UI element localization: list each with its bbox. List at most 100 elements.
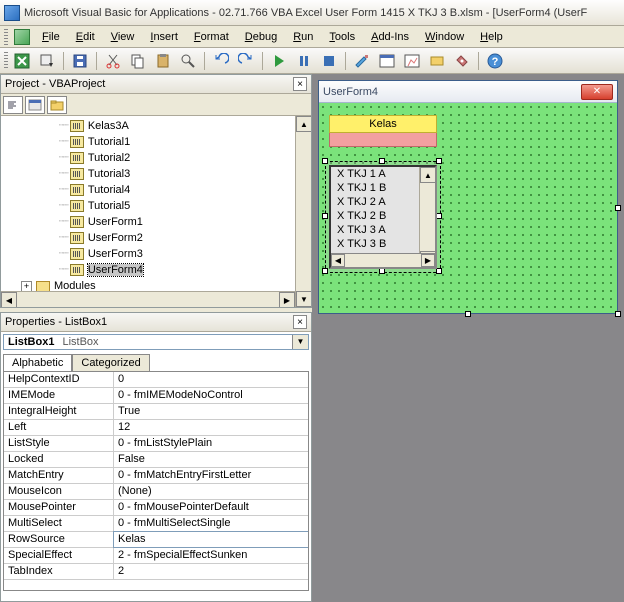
tree-node-tutorial3[interactable]: ┈┈Tutorial3 [3, 166, 309, 182]
tab-alphabetic[interactable]: Alphabetic [3, 354, 72, 371]
listbox-item[interactable]: X TKJ 3 A [331, 223, 419, 237]
tree-node-kelas3a[interactable]: ┈┈Kelas3A [3, 118, 309, 134]
listbox-item[interactable]: X TKJ 3 B [331, 237, 419, 251]
save-button[interactable] [69, 50, 91, 72]
menu-insert[interactable]: Insert [142, 29, 186, 45]
view-code-button[interactable] [3, 96, 23, 114]
prop-value[interactable]: Kelas [114, 532, 308, 547]
break-button[interactable] [293, 50, 315, 72]
menu-debug[interactable]: Debug [237, 29, 285, 45]
listbox-item[interactable]: X TKJ 1 B [331, 181, 419, 195]
prop-value[interactable]: 0 - fmIMEModeNoControl [114, 388, 308, 403]
properties-panel-close-button[interactable]: × [293, 315, 307, 329]
resize-handle-w[interactable] [322, 213, 328, 219]
menu-add-ins[interactable]: Add-Ins [363, 29, 417, 45]
form-designer-window[interactable]: UserForm4 ✕ Kelas [318, 80, 618, 314]
redo-button[interactable] [235, 50, 257, 72]
prop-value[interactable]: 2 [114, 564, 308, 579]
view-excel-button[interactable] [11, 50, 33, 72]
prop-row-mousepointer[interactable]: MousePointer0 - fmMousePointerDefault [4, 500, 308, 516]
menu-window[interactable]: Window [417, 29, 472, 45]
project-explorer-button[interactable] [376, 50, 398, 72]
prop-value[interactable]: 2 - fmSpecialEffectSunken [114, 548, 308, 563]
excel-doc-icon[interactable] [14, 29, 30, 45]
listbox1-control[interactable]: X TKJ 1 AX TKJ 1 BX TKJ 2 AX TKJ 2 BX TK… [329, 165, 437, 269]
prop-value[interactable]: 0 - fmMatchEntryFirstLetter [114, 468, 308, 483]
copy-button[interactable] [127, 50, 149, 72]
prop-row-tabindex[interactable]: TabIndex2 [4, 564, 308, 580]
listbox-item[interactable]: X TKJ 2 A [331, 195, 419, 209]
prop-row-left[interactable]: Left12 [4, 420, 308, 436]
insert-dropdown[interactable] [36, 50, 58, 72]
resize-handle-sw[interactable] [322, 268, 328, 274]
form-designer-titlebar[interactable]: UserForm4 ✕ [319, 81, 617, 103]
prop-value[interactable]: 0 - fmMultiSelectSingle [114, 516, 308, 531]
form-resize-handle-se[interactable] [615, 311, 621, 317]
label-kelas[interactable]: Kelas [329, 115, 437, 147]
menu-format[interactable]: Format [186, 29, 237, 45]
resize-handle-ne[interactable] [436, 158, 442, 164]
prop-row-mouseicon[interactable]: MouseIcon(None) [4, 484, 308, 500]
project-tree[interactable]: ┈┈Kelas3A┈┈Tutorial1┈┈Tutorial2┈┈Tutoria… [1, 116, 311, 307]
menu-help[interactable]: Help [472, 29, 511, 45]
prop-row-liststyle[interactable]: ListStyle0 - fmListStylePlain [4, 436, 308, 452]
cut-button[interactable] [102, 50, 124, 72]
tree-node-tutorial5[interactable]: ┈┈Tutorial5 [3, 198, 309, 214]
run-button[interactable] [268, 50, 290, 72]
tree-node-tutorial2[interactable]: ┈┈Tutorial2 [3, 150, 309, 166]
prop-value[interactable]: True [114, 404, 308, 419]
properties-window-button[interactable] [401, 50, 423, 72]
toggle-folders-button[interactable] [47, 96, 67, 114]
paste-button[interactable] [152, 50, 174, 72]
help-button[interactable]: ? [484, 50, 506, 72]
prop-value[interactable]: False [114, 452, 308, 467]
listbox-item[interactable]: X TKJ 2 B [331, 209, 419, 223]
object-browser-button[interactable] [426, 50, 448, 72]
prop-row-locked[interactable]: LockedFalse [4, 452, 308, 468]
undo-button[interactable] [210, 50, 232, 72]
prop-value[interactable]: 0 [114, 372, 308, 387]
tree-hscrollbar[interactable]: ◀▶ [1, 291, 295, 307]
prop-value[interactable]: (None) [114, 484, 308, 499]
prop-row-imemode[interactable]: IMEMode0 - fmIMEModeNoControl [4, 388, 308, 404]
prop-value[interactable]: 0 - fmListStylePlain [114, 436, 308, 451]
toolbox-button[interactable] [451, 50, 473, 72]
project-panel-close-button[interactable]: × [293, 77, 307, 91]
form-resize-handle-s[interactable] [465, 311, 471, 317]
resize-handle-n[interactable] [379, 158, 385, 164]
prop-row-helpcontextid[interactable]: HelpContextID0 [4, 372, 308, 388]
reset-button[interactable] [318, 50, 340, 72]
form-close-button[interactable]: ✕ [581, 84, 613, 100]
tree-node-userform3[interactable]: ┈┈UserForm3 [3, 246, 309, 262]
menu-file[interactable]: File [34, 29, 68, 45]
menu-view[interactable]: View [103, 29, 143, 45]
prop-value[interactable]: 12 [114, 420, 308, 435]
prop-row-rowsource[interactable]: RowSourceKelas [4, 532, 308, 548]
menu-edit[interactable]: Edit [68, 29, 103, 45]
find-button[interactable] [177, 50, 199, 72]
menu-run[interactable]: Run [285, 29, 321, 45]
properties-grid[interactable]: HelpContextID0IMEMode0 - fmIMEModeNoCont… [3, 371, 309, 591]
prop-row-multiselect[interactable]: MultiSelect0 - fmMultiSelectSingle [4, 516, 308, 532]
tree-vscrollbar[interactable]: ▲▼ [295, 116, 311, 307]
prop-row-integralheight[interactable]: IntegralHeightTrue [4, 404, 308, 420]
tab-categorized[interactable]: Categorized [72, 354, 149, 371]
menu-tools[interactable]: Tools [321, 29, 363, 45]
form-resize-handle-e[interactable] [615, 205, 621, 211]
tree-node-userform2[interactable]: ┈┈UserForm2 [3, 230, 309, 246]
menubar-grip[interactable] [4, 29, 8, 45]
resize-handle-nw[interactable] [322, 158, 328, 164]
properties-object-selector[interactable]: ListBox1 ListBox ▼ [3, 334, 309, 350]
object-selector-dropdown-icon[interactable]: ▼ [292, 335, 308, 349]
tree-node-userform4[interactable]: ┈┈UserForm4 [3, 262, 309, 278]
tree-node-tutorial4[interactable]: ┈┈Tutorial4 [3, 182, 309, 198]
view-object-button[interactable] [25, 96, 45, 114]
listbox-item[interactable]: X TKJ 1 A [331, 167, 419, 181]
prop-row-specialeffect[interactable]: SpecialEffect2 - fmSpecialEffectSunken [4, 548, 308, 564]
prop-value[interactable]: 0 - fmMousePointerDefault [114, 500, 308, 515]
form-design-surface[interactable]: Kelas X TKJ 1 AX TKJ 1 BX TKJ 2 AX TKJ 2 [319, 103, 617, 313]
toolbar-grip[interactable] [4, 52, 8, 70]
tree-node-tutorial1[interactable]: ┈┈Tutorial1 [3, 134, 309, 150]
listbox-hscrollbar[interactable]: ◀▶ [331, 253, 435, 267]
listbox-vscrollbar[interactable]: ▲▼ [419, 167, 435, 267]
